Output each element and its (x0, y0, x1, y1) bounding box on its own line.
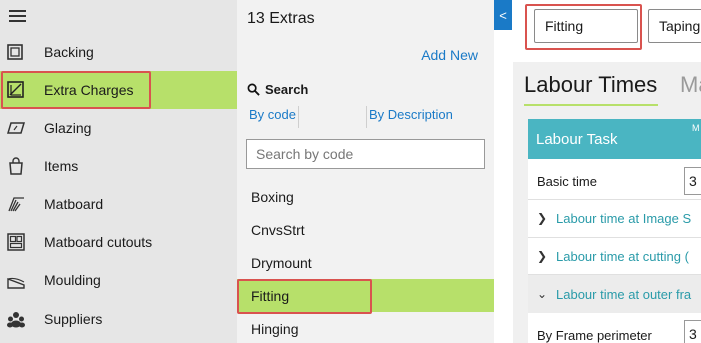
add-new-link[interactable]: Add New (421, 47, 478, 63)
search-label: Search (265, 82, 309, 97)
nav-item-items[interactable]: Items (0, 147, 237, 185)
chevron-left-icon: < (499, 7, 507, 23)
chevron-right-icon: ❯ (536, 249, 548, 263)
basic-time-label: Basic time (537, 174, 597, 189)
basic-time-input[interactable]: 3 (684, 167, 701, 195)
nav-item-label: Backing (44, 44, 94, 60)
frame-perimeter-input[interactable]: 3 (684, 320, 701, 343)
nav-item-glazing[interactable]: Glazing (0, 109, 237, 147)
nav-item-suppliers[interactable]: Suppliers (0, 300, 237, 338)
items-icon (9, 157, 23, 175)
expander-label: Labour time at outer fra (556, 286, 692, 302)
frame-perimeter-label: By Frame perimeter (537, 328, 652, 343)
chevron-down-icon: ⌄ (536, 287, 548, 301)
nav-item-label: Moulding (44, 272, 101, 288)
expander-outer-frame[interactable]: ⌄ Labour time at outer fra (528, 275, 701, 313)
highlight-box (1, 71, 151, 109)
expander-label: Labour time at Image S (556, 210, 692, 226)
chip-taping[interactable]: Taping (648, 9, 701, 43)
backing-icon (7, 44, 23, 60)
active-tab-underline (524, 104, 658, 106)
nav-item-label: Matboard cutouts (44, 234, 153, 250)
basic-time-value: 3 (689, 173, 697, 189)
nav-item-matboard-cutouts[interactable]: Matboard cutouts (0, 223, 237, 261)
highlight-box (237, 279, 372, 314)
nav-item-backing[interactable]: Backing (0, 33, 237, 71)
tab-labour-times[interactable]: Labour Times (524, 72, 657, 98)
labour-task-header: Labour Task (528, 119, 701, 159)
expander-image-size[interactable]: ❯ Labour time at Image S (528, 199, 701, 237)
list-title: 13 Extras (247, 10, 315, 27)
tab-materials[interactable]: Ma (680, 72, 701, 98)
matboard-cutouts-icon (7, 233, 25, 251)
suppliers-icon (7, 312, 25, 328)
chevron-right-icon: ❯ (536, 211, 548, 225)
moulding-icon (7, 277, 25, 289)
expander-cutting[interactable]: ❯ Labour time at cutting ( (528, 237, 701, 275)
nav-pane: Backing Extra Charges Glazing Items Matb… (0, 0, 237, 343)
search-input[interactable] (247, 140, 484, 168)
tab-by-code[interactable]: By code (249, 106, 299, 128)
list-item[interactable]: Hinging (237, 312, 494, 343)
labour-task-header-right: M (692, 123, 700, 133)
expander-label: Labour time at cutting ( (556, 248, 689, 264)
nav-item-matboard[interactable]: Matboard (0, 185, 237, 223)
search-field-box (246, 139, 485, 169)
tab-by-description[interactable]: By Description (366, 106, 453, 128)
labour-task-title: Labour Task (536, 130, 618, 148)
list-item[interactable]: CnvsStrt (237, 213, 494, 246)
list-item[interactable]: Drymount (237, 246, 494, 279)
frame-perimeter-value: 3 (689, 326, 697, 342)
matboard-icon (8, 197, 24, 212)
collapse-pane-button[interactable]: < (494, 0, 512, 30)
nav-item-moulding[interactable]: Moulding (0, 261, 237, 299)
nav-item-label: Suppliers (44, 311, 103, 327)
nav-item-label: Glazing (44, 120, 92, 136)
search-icon (247, 83, 260, 96)
nav-item-label: Matboard (44, 196, 104, 212)
hamburger-menu-icon[interactable] (9, 9, 27, 23)
search-heading: Search (247, 82, 308, 97)
highlight-box (525, 4, 642, 50)
list-item[interactable]: Boxing (237, 180, 494, 213)
glazing-icon (7, 122, 25, 134)
nav-item-label: Items (44, 158, 79, 174)
